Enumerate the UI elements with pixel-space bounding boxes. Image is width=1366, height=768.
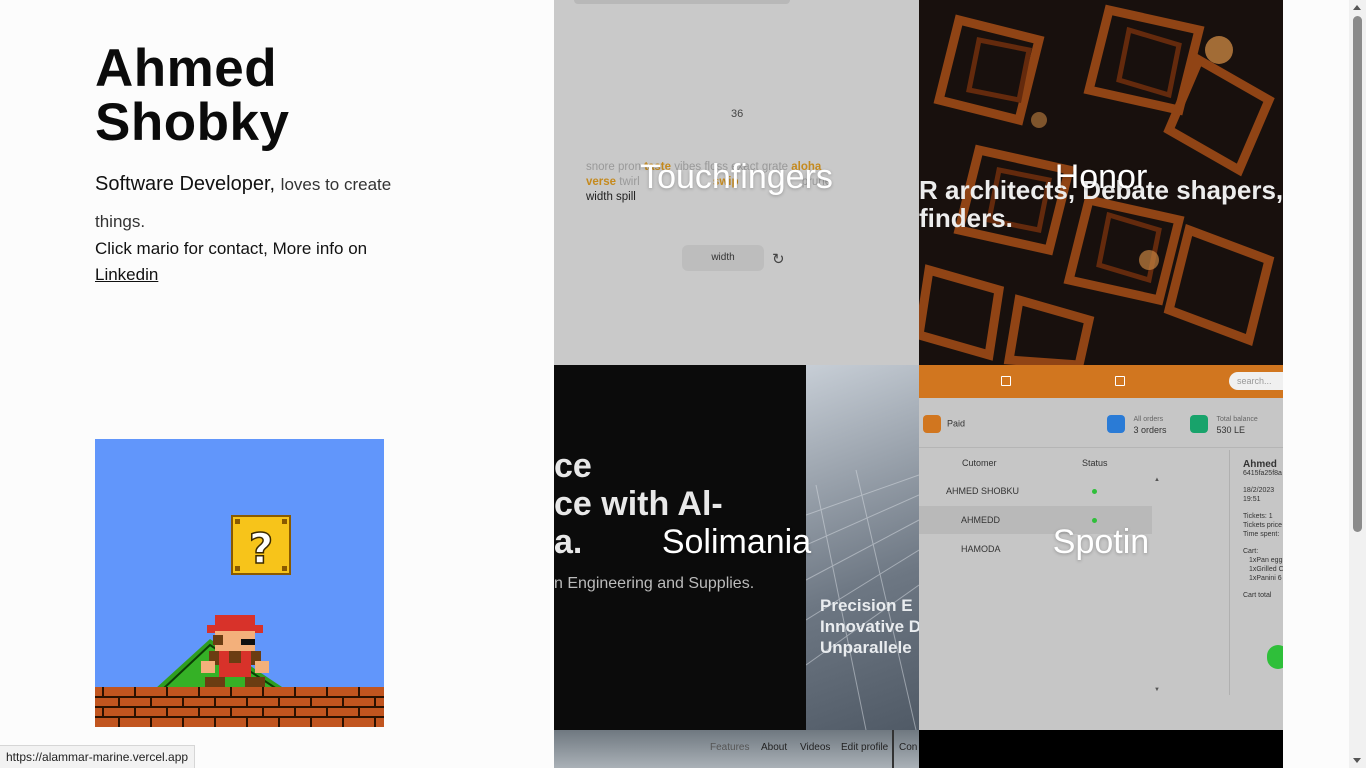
total-balance-value: 530 LE (1216, 425, 1246, 435)
nav-link-edit-profile[interactable]: Edit profile (841, 742, 888, 753)
panel-line: Precision E (820, 596, 913, 615)
project-title-honor: Honor (1054, 158, 1148, 196)
contact-label: Click mario for contact, More info on (95, 239, 368, 258)
scroll-down-icon[interactable]: ▼ (1154, 687, 1160, 693)
contact-text: Click mario for contact, More info on Li… (95, 236, 405, 288)
project-title-spotin: Spotin (1052, 523, 1150, 561)
spotin-topbar: search... (919, 365, 1283, 398)
profile-name: Ahmed Shobky (95, 42, 289, 150)
typing-input[interactable]: width (682, 245, 764, 271)
project-tile-touchfingers[interactable]: 36 snore pron taste vibes floss exact gr… (554, 0, 919, 365)
last-name: Shobky (95, 93, 290, 152)
project-tile-spotin[interactable]: search... Paid All orders 3 orders Total… (919, 365, 1283, 730)
detail-tickets: Tickets: 1 (1243, 513, 1273, 520)
project-tile-solimania[interactable]: ce ce with Al- a. n Engineering and Supp… (554, 365, 919, 730)
scroll-down-arrow-icon[interactable] (1353, 758, 1361, 763)
all-orders-value: 3 orders (1133, 425, 1167, 435)
column-customer: Cutomer (962, 458, 997, 468)
role-title: Software Developer, (95, 173, 276, 195)
all-orders-label: All orders (1133, 416, 1164, 423)
scroll-up-arrow-icon[interactable] (1353, 5, 1361, 10)
project-tile-next[interactable] (919, 730, 1283, 768)
project-tile-alammar[interactable]: Features About Videos Edit profile Con (554, 730, 919, 768)
panel-line: Unparallele (820, 638, 912, 657)
column-status: Status (1082, 458, 1108, 468)
detail-time: 19:51 (1243, 496, 1261, 503)
project-tile-honor[interactable]: R architects, Debate shapers, a finders.… (919, 0, 1283, 365)
paid-label: Paid (947, 418, 966, 429)
svg-text:?: ? (249, 524, 273, 573)
timer-counter: 36 (731, 108, 744, 120)
page-scrollbar[interactable] (1349, 0, 1366, 768)
profile-section: Ahmed Shobky Software Developer, loves t… (0, 0, 554, 768)
nav-link-contact[interactable]: Con (899, 742, 917, 753)
spotin-search-input[interactable]: search... (1229, 372, 1283, 390)
detail-divider (1229, 450, 1230, 695)
paid-card: Paid (923, 415, 965, 433)
detail-name: Ahmed (1243, 459, 1277, 470)
honor-line2: finders. (919, 203, 1013, 233)
project-title-touchfingers: Touchfingers (640, 158, 833, 196)
mario-scene-icon: ? (95, 439, 384, 727)
calendar-icon[interactable] (1001, 376, 1011, 386)
first-name: Ahmed (95, 39, 278, 98)
panel-line: Innovative D (820, 617, 919, 636)
all-orders-card: All orders 3 orders (1107, 413, 1167, 435)
scroll-up-icon[interactable]: ▲ (1154, 477, 1160, 483)
linkedin-link[interactable]: Linkedin (95, 265, 158, 284)
status-dot (1092, 489, 1097, 494)
detail-date: 18/2/2023 (1243, 487, 1275, 494)
profile-role: Software Developer, loves to create thin… (95, 166, 395, 240)
detail-id: 6415fa25f8a (1243, 470, 1282, 477)
nav-link-about[interactable]: About (761, 742, 787, 753)
money-icon (1190, 415, 1208, 433)
cart-icon (1107, 415, 1125, 433)
solimania-panel-text: Precision E Innovative D Unparallele (820, 595, 919, 658)
projects-grid: 36 snore pron taste vibes floss exact gr… (554, 0, 1283, 768)
list-icon[interactable] (1115, 376, 1125, 386)
refresh-icon[interactable]: ↻ (772, 250, 785, 268)
project-title-solimania: Solimania (661, 523, 812, 561)
detail-cart-total: Cart total (1243, 592, 1272, 599)
nav-link-features[interactable]: Features (710, 742, 749, 753)
hero-line: ce with Al- (554, 485, 723, 523)
table-row[interactable]: AHMED SHOBKU (919, 477, 1152, 505)
confirm-button[interactable] (1267, 645, 1283, 669)
customer-name: AHMED SHOBKU (946, 486, 1020, 496)
cart-item: 1xPanini 6 (1249, 575, 1282, 582)
cart-item: 1xGrilled C (1249, 566, 1283, 573)
hero-line: ce (554, 447, 592, 485)
divider (919, 447, 1283, 448)
mast-icon (892, 730, 894, 768)
total-balance-label: Total balance (1216, 416, 1258, 423)
mario-contact-button[interactable]: ? (95, 439, 384, 727)
link-status-bar: https://alammar-marine.vercel.app (0, 745, 196, 768)
scrollbar-thumb[interactable] (1353, 16, 1362, 532)
top-bar (574, 0, 790, 4)
lock-icon (923, 415, 941, 433)
nav-link-videos[interactable]: Videos (800, 742, 830, 753)
total-balance-card: Total balance 530 LE (1190, 413, 1258, 435)
solimania-subtitle: n Engineering and Supplies. (554, 575, 755, 592)
